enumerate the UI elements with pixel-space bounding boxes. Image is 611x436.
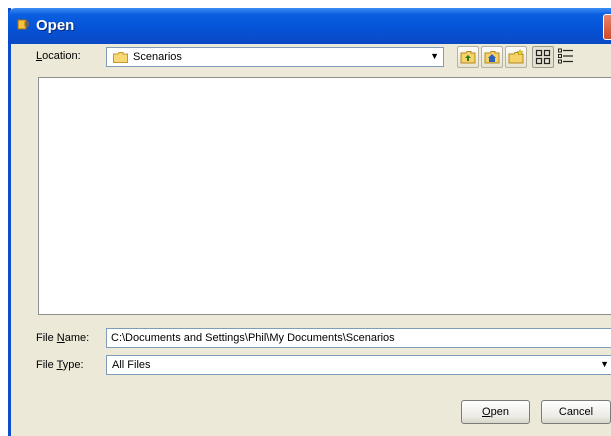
file-name-field[interactable] <box>106 328 611 348</box>
open-button-label: pen <box>490 406 509 418</box>
file-name-label: File Name: <box>36 332 90 344</box>
open-button-mnemonic: O <box>482 406 491 418</box>
close-button[interactable] <box>603 14 611 40</box>
file-name-input[interactable] <box>107 329 611 347</box>
file-name-label-prefix: File <box>36 332 57 344</box>
folder-up-icon <box>460 51 476 64</box>
file-list[interactable] <box>38 77 611 315</box>
details-view-button[interactable] <box>556 46 576 68</box>
list-view-icon <box>535 49 551 65</box>
window-title: Open <box>36 17 75 34</box>
chevron-down-icon[interactable]: ▼ <box>430 51 439 61</box>
file-name-label-rest: ame: <box>64 332 90 344</box>
details-view-icon <box>558 48 573 64</box>
list-view-button[interactable] <box>532 46 554 68</box>
home-icon <box>484 51 500 64</box>
file-type-label-prefix: File <box>36 359 57 371</box>
cancel-button[interactable]: Cancel <box>541 400 611 424</box>
file-type-combo[interactable]: All Files ▼ <box>106 355 611 375</box>
open-button[interactable]: Open <box>461 400 530 424</box>
location-label-text: ocation: <box>42 50 81 62</box>
home-button[interactable] <box>481 46 503 68</box>
title-bar[interactable]: Open <box>8 8 611 44</box>
file-type-value: All Files <box>112 359 151 371</box>
file-type-label-rest: ype: <box>62 359 84 371</box>
new-folder-button[interactable] <box>505 46 527 68</box>
chevron-down-icon[interactable]: ▼ <box>600 359 609 369</box>
location-value: Scenarios <box>133 51 182 63</box>
location-combo[interactable]: Scenarios ▼ <box>106 47 444 67</box>
location-label: Location: <box>36 50 81 62</box>
new-folder-icon <box>508 49 524 64</box>
up-one-level-button[interactable] <box>457 46 479 68</box>
folder-icon <box>113 52 128 63</box>
java-cup-icon <box>17 19 29 30</box>
open-dialog: Open Location: Scenarios ▼ File Name: C:… <box>8 8 611 436</box>
file-type-label: File Type: <box>36 359 84 371</box>
